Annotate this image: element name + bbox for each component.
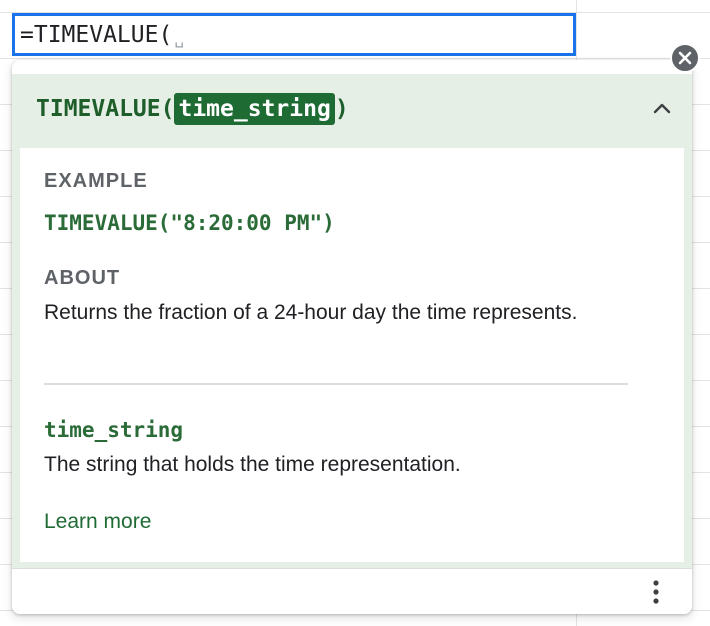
- open-paren: (: [160, 96, 175, 122]
- formula-cell-editor[interactable]: =TIMEVALUE( ␣: [12, 13, 576, 56]
- more-vert-icon: [653, 580, 659, 604]
- space-cursor-glyph: ␣: [174, 29, 184, 48]
- active-parameter-highlight: time_string: [174, 93, 335, 125]
- grid-row-line: [0, 58, 710, 59]
- parameter-description: The string that holds the time represent…: [44, 453, 461, 476]
- parameter-name: time_string: [44, 418, 184, 442]
- learn-more-link[interactable]: Learn more: [44, 510, 151, 534]
- close-help-button[interactable]: [670, 43, 700, 73]
- example-label: EXAMPLE: [44, 170, 148, 192]
- close-icon: [678, 51, 692, 65]
- more-options-button[interactable]: [644, 577, 668, 607]
- chevron-up-icon: [653, 103, 671, 114]
- help-card-footer: [12, 568, 692, 614]
- function-signature: TIMEVALUE(time_string): [36, 93, 349, 125]
- about-label: ABOUT: [44, 267, 121, 289]
- close-paren: ): [334, 96, 349, 122]
- collapse-button[interactable]: [650, 96, 674, 120]
- section-divider: [44, 383, 628, 385]
- help-card-body: EXAMPLE TIMEVALUE("8:20:00 PM") ABOUT Re…: [20, 148, 684, 562]
- formula-input-text[interactable]: =TIMEVALUE(: [15, 22, 172, 48]
- function-help-card: TIMEVALUE(time_string) EXAMPLE TIMEVALUE…: [12, 60, 692, 614]
- function-name: TIMEVALUE: [36, 96, 161, 122]
- about-text: Returns the fraction of a 24-hour day th…: [44, 301, 578, 324]
- example-code: TIMEVALUE("8:20:00 PM"): [44, 211, 335, 235]
